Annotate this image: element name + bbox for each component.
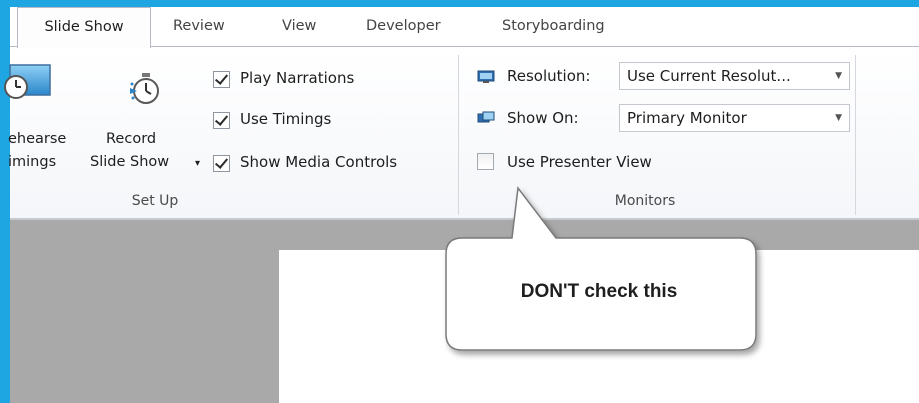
tab-review[interactable]: Review — [173, 7, 225, 46]
show-on-select[interactable]: Primary Monitor ▼ — [619, 104, 850, 132]
resolution-label: Resolution: — [507, 67, 591, 85]
dropdown-arrow-icon: ▼ — [835, 71, 842, 81]
rehearse-label-line1: ehearse — [8, 131, 67, 147]
tab-storyboarding[interactable]: Storyboarding — [502, 7, 605, 46]
show-media-controls-label: Show Media Controls — [240, 153, 398, 171]
show-media-controls-checkbox[interactable] — [213, 155, 230, 172]
show-on-value: Primary Monitor — [627, 109, 747, 127]
group-separator — [458, 55, 459, 215]
play-narrations-checkbox[interactable] — [213, 71, 230, 88]
record-dropdown-icon[interactable]: ▾ — [195, 154, 200, 174]
resolution-monitor-icon — [477, 70, 495, 83]
ribbon-tab-bar: Slide Show Review View Developer Storybo… — [10, 7, 919, 48]
rehearse-label-line2: imings — [8, 154, 57, 170]
ribbon: ehearse imings Record Slide Show ▾ Play … — [4, 46, 919, 219]
callout-text: DON'T check this — [520, 281, 678, 302]
use-presenter-view-checkbox[interactable] — [477, 153, 494, 170]
tab-developer[interactable]: Developer — [366, 7, 441, 46]
rehearse-timings-icon — [4, 64, 51, 99]
slide-canvas[interactable] — [279, 250, 919, 403]
show-on-label: Show On: — [507, 109, 579, 127]
tab-view[interactable]: View — [282, 7, 316, 46]
window-frame-top — [0, 0, 919, 7]
tab-slide-show[interactable]: Slide Show — [17, 7, 151, 48]
record-stopwatch-icon — [130, 73, 159, 104]
resolution-value: Use Current Resolut... — [627, 67, 791, 85]
record-label-line1: Record — [106, 131, 157, 147]
resolution-select[interactable]: Use Current Resolut... ▼ — [619, 62, 850, 90]
use-presenter-view-label: Use Presenter View — [507, 153, 652, 171]
play-narrations-label: Play Narrations — [240, 69, 355, 87]
show-on-monitor-icon — [477, 111, 495, 123]
use-timings-label: Use Timings — [240, 110, 332, 128]
group-label-set-up: Set Up — [131, 193, 179, 209]
group-separator — [855, 55, 856, 215]
use-timings-checkbox[interactable] — [213, 112, 230, 129]
group-label-monitors: Monitors — [614, 193, 676, 209]
dropdown-arrow-icon: ▼ — [835, 113, 842, 123]
record-label-line2: Slide Show — [90, 154, 170, 170]
